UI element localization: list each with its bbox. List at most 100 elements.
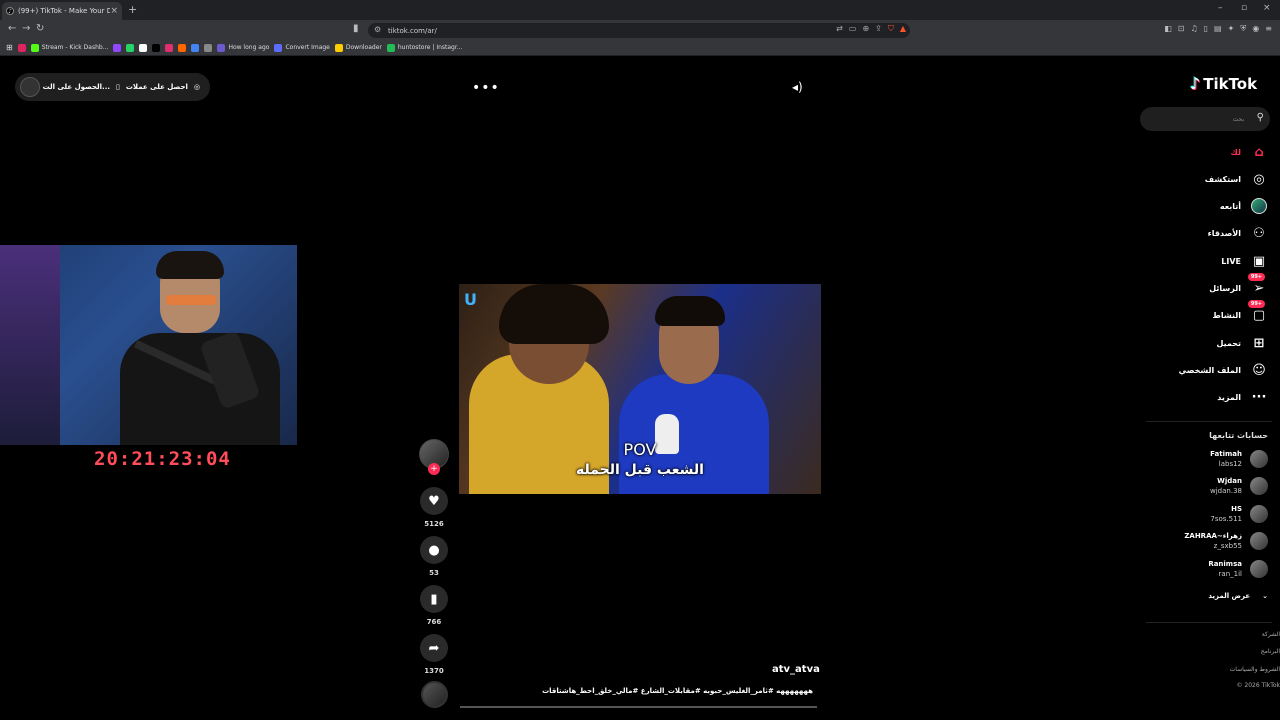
- get-app-label[interactable]: الحصول على الت...: [43, 83, 110, 91]
- nav-item-compass[interactable]: استكشف ◎: [1205, 169, 1268, 189]
- nav-item-activity[interactable]: النشاط ▢ 99+: [1213, 300, 1268, 325]
- bookmark-label: Downloader: [345, 44, 382, 51]
- divider: [1146, 622, 1272, 623]
- menu-icon[interactable]: ≡: [1265, 24, 1272, 34]
- video-progress-bar[interactable]: [460, 706, 817, 708]
- browser-tab[interactable]: ♪ (99+) TikTok - Make Your Day ×: [2, 2, 122, 20]
- nav-item-profile[interactable]: الملف الشخصي ☺: [1179, 360, 1268, 380]
- following-account[interactable]: Ranimsa ran_1il: [1208, 559, 1268, 579]
- brave-shield-icon[interactable]: ⛉: [888, 24, 894, 34]
- following-account[interactable]: HS 7sos.511: [1210, 504, 1268, 524]
- footer-link[interactable]: البرنامج: [1261, 648, 1280, 655]
- back-icon[interactable]: ←: [8, 23, 16, 34]
- following-account[interactable]: ZAHRAA~زهراء z_sxb55: [1184, 531, 1268, 551]
- bookmark-icon[interactable]: ▮: [420, 585, 448, 613]
- nav-item-home[interactable]: لك ⌂: [1231, 142, 1268, 162]
- nav-item-more[interactable]: المزيد ···: [1217, 387, 1268, 407]
- bookmark-item[interactable]: Stream - Kick Dashb...: [30, 43, 108, 52]
- following-account[interactable]: Fatimah labs12: [1210, 449, 1268, 469]
- avatar: [1250, 532, 1268, 550]
- follow-button[interactable]: +: [428, 463, 440, 475]
- bookmark-item[interactable]: [113, 43, 122, 52]
- footer-link[interactable]: الشروط والسياسات: [1230, 666, 1280, 673]
- music-icon[interactable]: ♫: [1190, 24, 1197, 34]
- wallet-icon[interactable]: ▤: [1214, 24, 1222, 34]
- close-tab-icon[interactable]: ×: [110, 6, 118, 16]
- nav-item-label: الأصدقاء: [1207, 228, 1241, 238]
- vpn-icon[interactable]: ⛨: [1240, 24, 1246, 34]
- search-icon[interactable]: ⚲: [1257, 112, 1264, 123]
- new-tab-icon[interactable]: +: [128, 3, 137, 16]
- nav-item-label: استكشف: [1204, 174, 1241, 184]
- streamer-figure: [120, 251, 280, 445]
- bookmark-item[interactable]: Downloader: [334, 43, 382, 52]
- apps-grid-icon[interactable]: ⊞: [6, 43, 13, 52]
- user-avatar[interactable]: [20, 77, 40, 97]
- footer-link[interactable]: الشركة: [1262, 631, 1280, 638]
- account-handle: labs12: [1218, 460, 1242, 468]
- music-disc-icon[interactable]: [421, 681, 448, 708]
- bookmark-item[interactable]: [152, 43, 161, 52]
- maximize-icon[interactable]: ▫: [1241, 3, 1247, 13]
- bookmark-item[interactable]: [139, 43, 148, 52]
- video-caption-top: POV: [623, 440, 657, 459]
- cast-icon[interactable]: ▭: [849, 24, 857, 34]
- bookmark-favicon-icon: [204, 43, 213, 52]
- save-count: 766: [426, 618, 442, 626]
- get-coins-label[interactable]: احصل على عملات: [126, 83, 188, 91]
- brave-rewards-icon[interactable]: ▲: [900, 24, 906, 34]
- sidebar-icon[interactable]: ▯: [1204, 24, 1208, 34]
- address-bar[interactable]: ⚙ tiktok.com/ar/ ⇄ ▭ ⊕ ⇪ ⛉ ▲: [368, 23, 910, 38]
- minimize-icon[interactable]: –: [1218, 3, 1223, 13]
- get-coins-bar[interactable]: الحصول على الت... ▯ احصل على عملات ◎: [15, 73, 210, 101]
- tab-strip: ♪ (99+) TikTok - Make Your Day × + – ▫ ×: [0, 0, 1280, 20]
- see-more-button[interactable]: عرض المزيد ⌄: [1208, 592, 1268, 600]
- forward-icon[interactable]: →: [22, 23, 30, 34]
- comment-icon[interactable]: ●: [420, 536, 448, 564]
- nav-item-live[interactable]: LIVE ▣: [1221, 251, 1268, 271]
- tiktok-logo[interactable]: ♪ TikTok: [1190, 74, 1257, 93]
- volume-icon[interactable]: ◂): [792, 80, 803, 94]
- nav-item-label: أتابعه: [1219, 201, 1241, 211]
- following-account[interactable]: Wjdan wjdan.38: [1210, 476, 1268, 496]
- footer-link[interactable]: © 2026 TikTok: [1237, 682, 1280, 689]
- bookmark-item[interactable]: [178, 43, 187, 52]
- bookmark-page-icon[interactable]: ▮: [353, 23, 359, 34]
- nav-item-label: الرسائل: [1209, 283, 1241, 293]
- nav-item-upload[interactable]: تحميل ⊞: [1216, 333, 1268, 353]
- search-input[interactable]: بحث ⚲: [1140, 107, 1270, 131]
- avatar: [1250, 560, 1268, 578]
- profile-icon[interactable]: ◉: [1252, 24, 1259, 34]
- bookmark-item[interactable]: Convert Image: [274, 43, 330, 52]
- video-username[interactable]: atv_atva: [772, 664, 820, 675]
- zoom-icon[interactable]: ⊕: [862, 24, 869, 34]
- nav-item-friends[interactable]: الأصدقاء ⚇: [1208, 223, 1268, 243]
- share-icon[interactable]: ⇪: [875, 24, 882, 34]
- bookmark-item[interactable]: [165, 43, 174, 52]
- bookmark-item[interactable]: How long ago: [217, 43, 270, 52]
- more-options-icon[interactable]: •••: [472, 80, 500, 96]
- video-player[interactable]: U POV الشعب قبل الحمله: [459, 284, 821, 494]
- bookmark-item[interactable]: [126, 43, 135, 52]
- nav-item-avatar[interactable]: أتابعه: [1220, 196, 1268, 216]
- bookmark-favicon-icon: [139, 43, 148, 52]
- comment-count: 53: [429, 569, 439, 577]
- translate-icon[interactable]: ⇄: [836, 24, 843, 34]
- close-window-icon[interactable]: ×: [1263, 3, 1271, 13]
- heart-icon[interactable]: ♥: [420, 487, 448, 515]
- bookmark-item[interactable]: [191, 43, 200, 52]
- bookmark-favicon-icon: [178, 43, 187, 52]
- site-settings-icon[interactable]: ⚙: [374, 25, 381, 34]
- leo-icon[interactable]: ✦: [1228, 24, 1235, 34]
- bookmark-item[interactable]: [204, 43, 213, 52]
- bookmark-item[interactable]: [17, 43, 26, 52]
- extension-icon[interactable]: ⊡: [1178, 24, 1185, 34]
- more-icon: ···: [1251, 389, 1267, 405]
- bookmark-item[interactable]: huntostore | Instagr...: [386, 43, 463, 52]
- share-arrow-icon[interactable]: ➦: [420, 634, 448, 662]
- tiktok-page: الحصول على الت... ▯ احصل على عملات ◎ •••…: [0, 56, 1280, 720]
- bookmark-label: How long ago: [228, 44, 270, 51]
- extension-icon[interactable]: ◧: [1164, 24, 1172, 34]
- nav-item-messages[interactable]: الرسائل ➢ 99+: [1209, 273, 1268, 298]
- reload-icon[interactable]: ↻: [36, 23, 44, 34]
